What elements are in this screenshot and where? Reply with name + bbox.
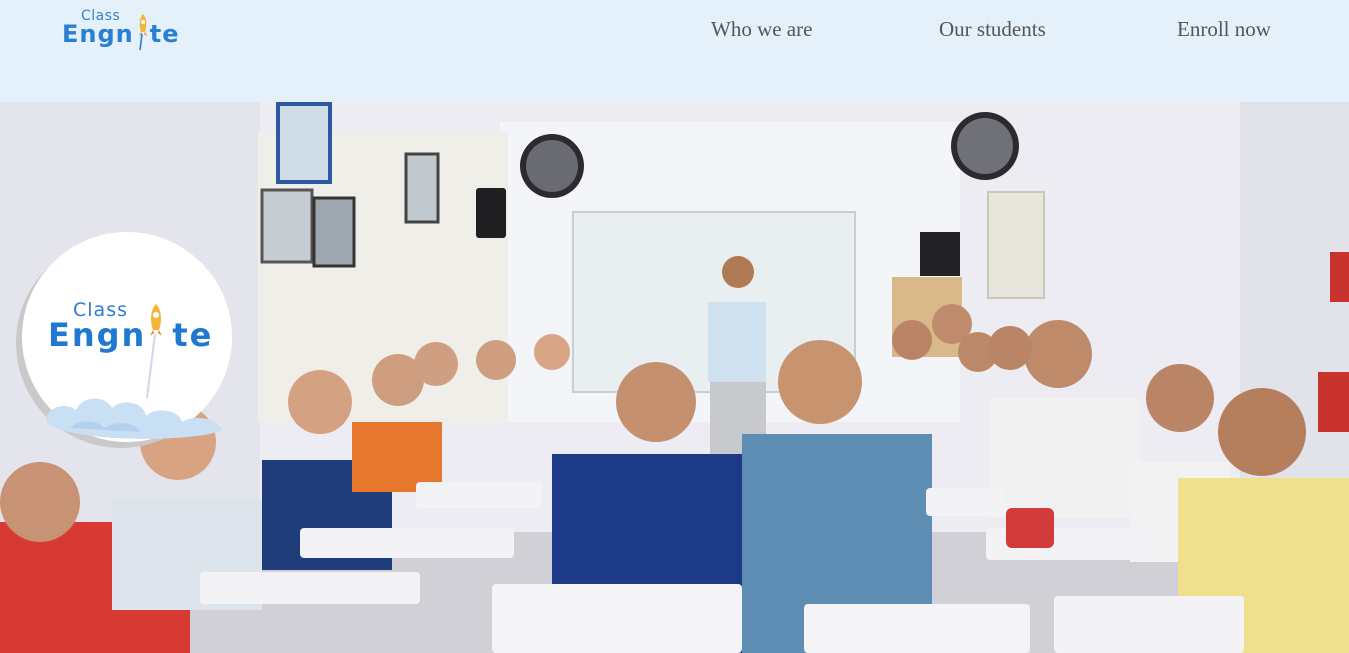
nav-link-who-we-are[interactable]: Who we are (711, 17, 812, 42)
nav-link-enroll-now[interactable]: Enroll now (1177, 17, 1271, 42)
cloud-decoration (46, 398, 222, 439)
site-header: Class Engn te Who we are Our students Enr… (0, 0, 1349, 102)
main-nav: Who we are Our students Enroll now (0, 17, 1349, 47)
hero-classroom-photo: Class Engn te (0, 102, 1349, 653)
nav-link-our-students[interactable]: Our students (939, 17, 1046, 42)
badge-word-main: Engn te (48, 316, 214, 354)
brand-badge: Class Engn te (22, 232, 232, 442)
